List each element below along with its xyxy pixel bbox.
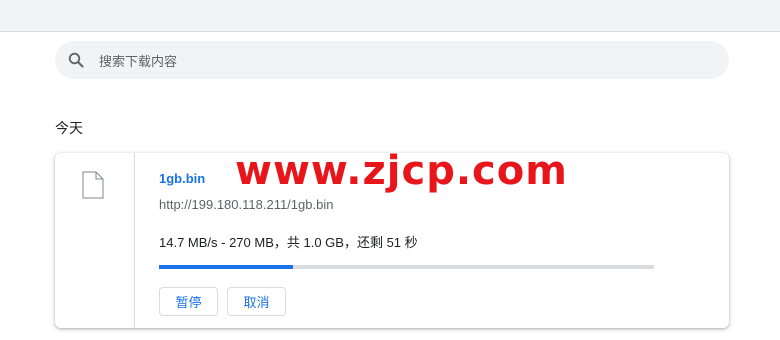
search-input[interactable]: 搜索下载内容	[99, 51, 177, 70]
file-icon	[82, 171, 104, 199]
file-icon-column	[55, 153, 135, 328]
progress-fill	[159, 265, 293, 269]
search-icon	[67, 51, 85, 69]
progress-bar	[159, 265, 654, 269]
pause-button[interactable]: 暂停	[159, 287, 218, 316]
download-card: 1gb.bin http://199.180.118.211/1gb.bin 1…	[55, 153, 729, 328]
file-name-link[interactable]: 1gb.bin	[159, 171, 205, 186]
download-status: 14.7 MB/s - 270 MB，共 1.0 GB，还剩 51 秒	[159, 235, 418, 250]
top-bar	[0, 0, 780, 32]
file-url: http://199.180.118.211/1gb.bin	[159, 197, 334, 212]
date-heading: 今天	[55, 120, 83, 136]
search-bar[interactable]: 搜索下载内容	[55, 41, 729, 79]
cancel-button[interactable]: 取消	[227, 287, 286, 316]
